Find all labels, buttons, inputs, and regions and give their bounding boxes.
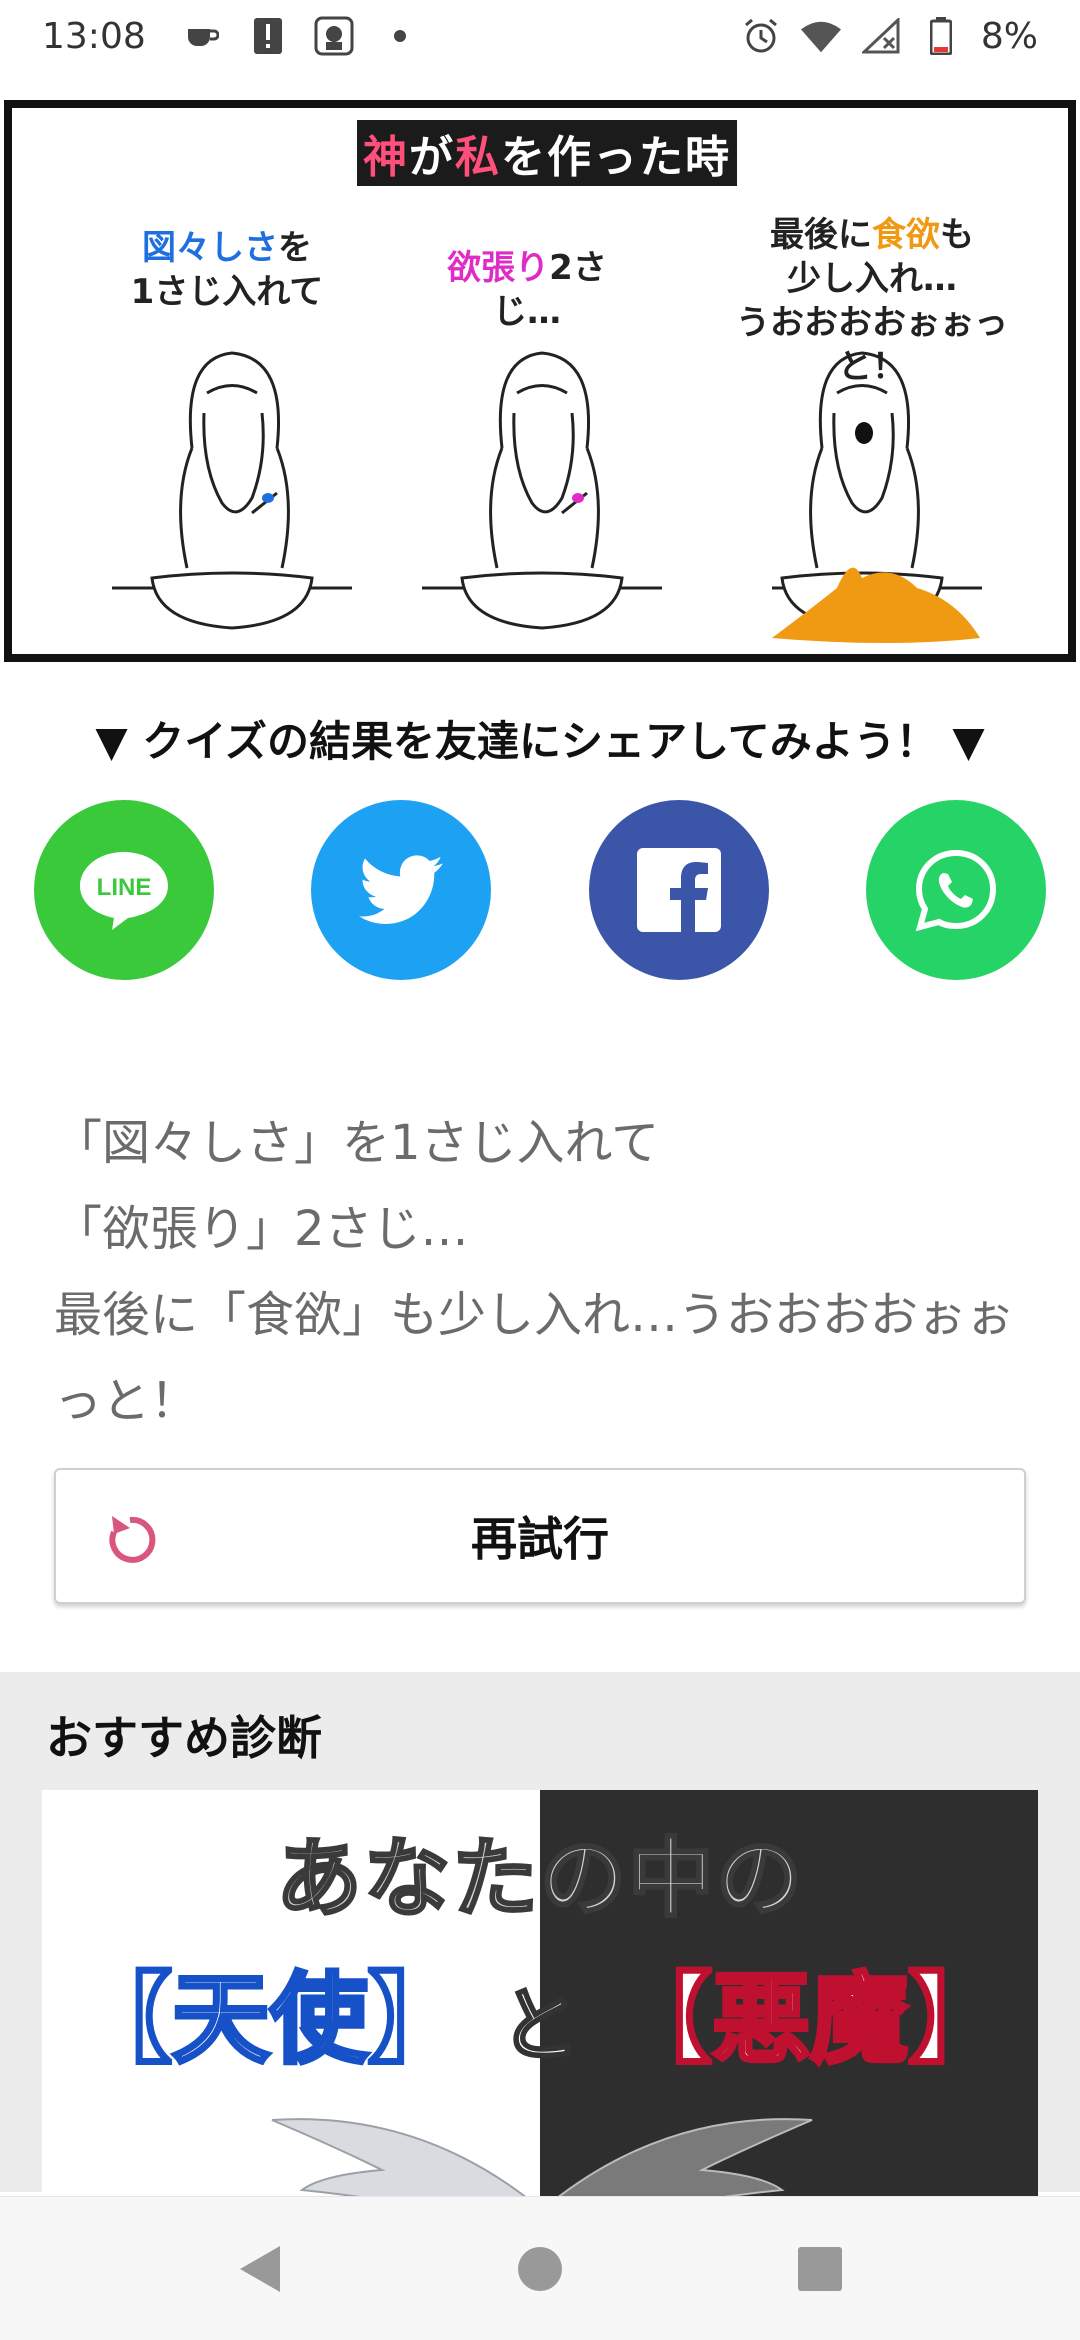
- back-triangle-icon: [240, 2245, 280, 2292]
- cup-icon: [182, 16, 222, 56]
- recommended-section: おすすめ診断 あなたの中の 【天使】 と 【悪魔】: [0, 1672, 1080, 2210]
- status-time: 13:08: [42, 15, 146, 57]
- nav-back-button[interactable]: [230, 2239, 290, 2299]
- svg-text:LINE: LINE: [97, 874, 152, 901]
- result-line: 「欲張り」2さじ…: [54, 1201, 469, 1257]
- retry-button[interactable]: 再試行: [54, 1468, 1026, 1604]
- share-line-button[interactable]: LINE: [34, 800, 214, 980]
- line-icon: LINE: [80, 852, 168, 930]
- system-nav-bar: [0, 2196, 1080, 2340]
- recents-square-icon: [798, 2246, 842, 2291]
- share-twitter-button[interactable]: [311, 800, 492, 980]
- battery-percent: 8%: [980, 15, 1038, 57]
- app-icon: [314, 16, 354, 56]
- retry-icon: [109, 1516, 156, 1563]
- god-figure-1: [112, 351, 352, 630]
- nav-home-button[interactable]: [510, 2239, 570, 2299]
- whatsapp-icon: [915, 849, 996, 932]
- battery-icon: [921, 16, 961, 56]
- nav-recents-button[interactable]: [790, 2239, 850, 2299]
- dot-icon: [380, 16, 420, 56]
- home-circle-icon: [518, 2246, 562, 2291]
- share-buttons: LINE: [34, 800, 1046, 980]
- facebook-icon: [636, 848, 721, 932]
- card-subheadline: 【天使】 と 【悪魔】: [72, 1961, 1008, 2079]
- alarm-icon: [741, 16, 781, 56]
- result-line: 「図々しさ」を1さじ入れて: [54, 1115, 660, 1171]
- signal-icon: [861, 16, 901, 56]
- panel-caption-1: 図々しさを 1さじ入れて: [130, 228, 324, 312]
- wifi-icon: [800, 16, 841, 56]
- result-description: 「図々しさ」を1さじ入れて 「欲張り」2さじ… 最後に「食欲」も少し入れ…うおお…: [54, 1100, 1014, 1444]
- result-line: っと！: [54, 1373, 199, 1429]
- recommended-quiz-card[interactable]: あなたの中の 【天使】 と 【悪魔】: [42, 1790, 1038, 2210]
- twitter-bird-icon: [359, 855, 444, 924]
- alert-icon: [248, 16, 288, 56]
- panel-caption-2: 欲張り2さじ…: [447, 248, 607, 332]
- result-line: 最後に「食欲」も少し入れ…うおおおおぉぉ: [54, 1287, 1015, 1343]
- share-whatsapp-button[interactable]: [865, 800, 1046, 980]
- share-heading: ▼ クイズの結果を友達にシェアしてみよう！ ▼: [95, 717, 985, 766]
- status-bar: 13:08 8%: [0, 0, 1080, 72]
- recommended-title: おすすめ診断: [46, 1711, 322, 1765]
- god-figure-3: [772, 351, 982, 643]
- status-left-icons: [182, 16, 420, 56]
- wings-image: [271, 2118, 813, 2210]
- retry-label: 再試行: [471, 1512, 609, 1566]
- status-right-icons: 8%: [741, 16, 1038, 57]
- card-headline: あなたの中の: [275, 1828, 804, 1931]
- result-illustration: 神が私を作った時 図々しさを 1さじ入れて 欲張り2さじ… 最後に食欲も 少し入…: [4, 100, 1076, 662]
- share-facebook-button[interactable]: [588, 800, 769, 980]
- god-figure-2: [422, 351, 662, 630]
- illustration-title: 神が私を作った時: [357, 120, 737, 186]
